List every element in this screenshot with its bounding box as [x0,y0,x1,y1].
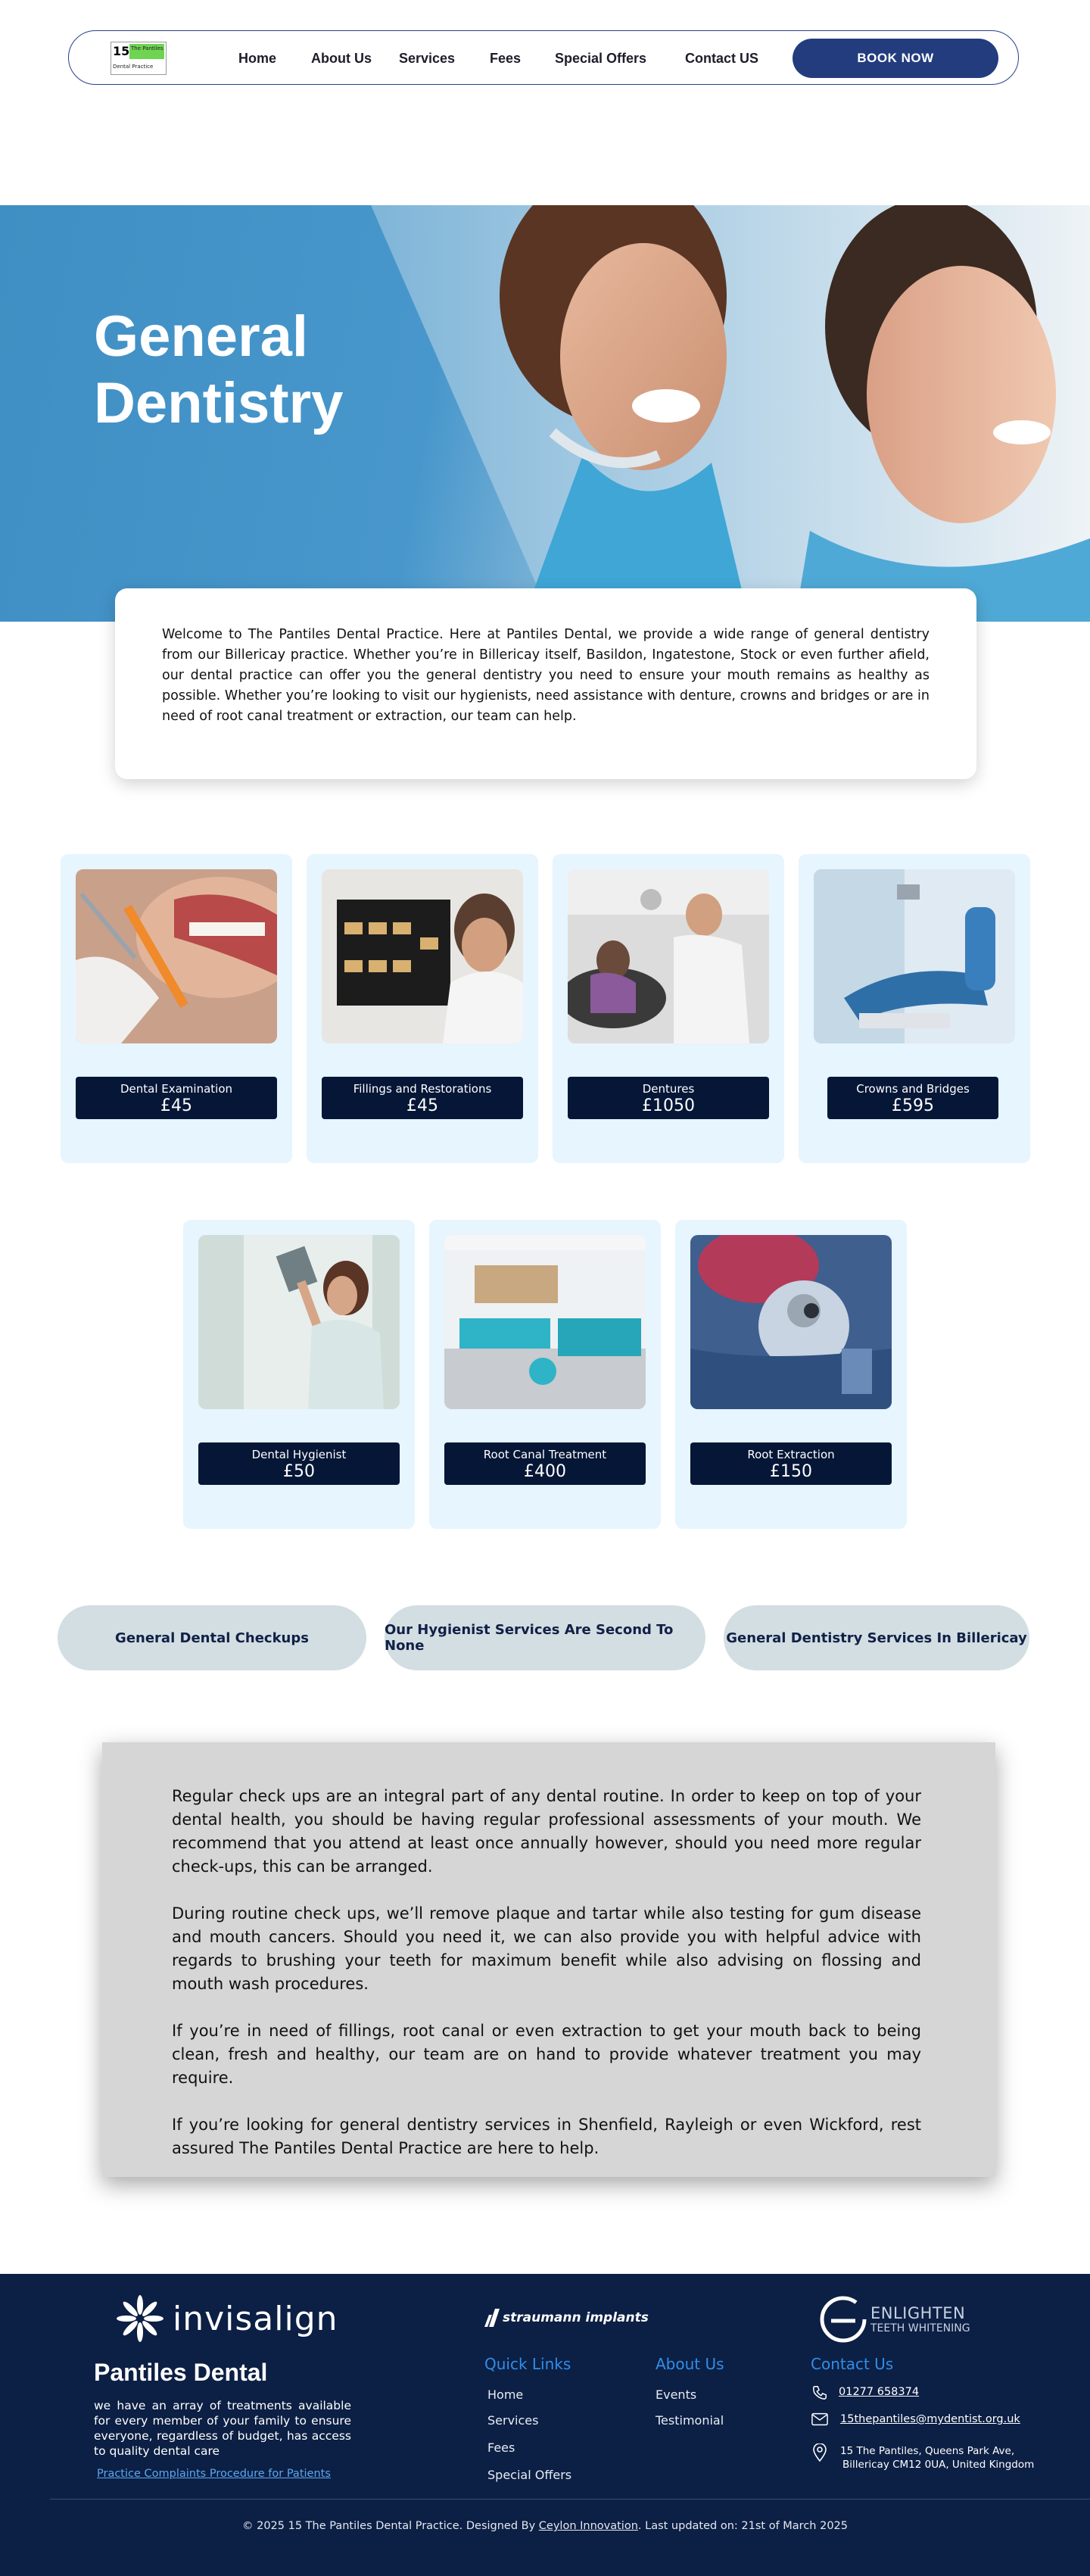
general-dentistry-info-panel: Regular check ups are an integral part o… [102,1742,995,2177]
service-name: Crowns and Bridges [856,1082,970,1096]
crowns-dental-chair-image [814,869,1015,1043]
copyright-text-start: © 2025 15 The Pantiles Dental Practice. … [241,2520,539,2532]
service-price: £45 [160,1096,192,1115]
service-name: Root Extraction [747,1448,835,1461]
nav-link-services[interactable]: Services [399,51,455,67]
top-navbar: 15 The Pantiles Dental Practice Home Abo… [68,30,1019,85]
service-price: £45 [406,1096,438,1115]
service-name: Dentures [642,1082,695,1096]
service-label: Dental Hygienist £50 [198,1442,400,1485]
pill-hygienist-services[interactable]: Our Hygienist Services Are Second To Non… [385,1605,705,1670]
service-label: Root Extraction £150 [690,1442,892,1485]
service-price: £50 [283,1462,315,1481]
footer-description: we have an array of treatments available… [94,2399,351,2458]
hygienist-image [198,1235,400,1409]
info-paragraph: During routine check ups, we’ll remove p… [172,1904,921,1993]
footer-address-line-2: Billericay CM12 0UA, United Kingdom [842,2459,1035,2471]
service-label: Dental Examination £45 [76,1077,277,1119]
book-now-button[interactable]: BOOK NOW [793,39,998,78]
straumann-logo: straumann implants [484,2309,649,2327]
page-title-line-2: Dentistry [94,371,344,435]
designer-link[interactable]: Ceylon Innovation [539,2520,638,2532]
service-label: Crowns and Bridges £595 [827,1077,998,1119]
nav-link-fees[interactable]: Fees [490,51,521,67]
service-card-root-canal[interactable]: Root Canal Treatment £400 [429,1220,661,1529]
invisalign-star-icon [117,2295,164,2342]
footer-link-special-offers[interactable]: Special Offers [487,2468,571,2482]
welcome-text: Welcome to The Pantiles Dental Practice.… [162,627,930,724]
dental-examination-image [76,869,277,1043]
root-canal-clinic-image [444,1235,646,1409]
page-title-line-1: General [94,304,309,369]
copyright-text-end: . Last updated on: 21st of March 2025 [637,2520,848,2532]
invisalign-wordmark: invisalign [173,2299,338,2338]
footer-link-testimonial[interactable]: Testimonial [656,2413,724,2428]
service-label: Root Canal Treatment £400 [444,1442,646,1485]
straumann-wordmark: straumann implants [503,2310,649,2325]
nav-link-about-us[interactable]: About Us [311,51,372,67]
footer-link-fees[interactable]: Fees [487,2440,515,2455]
service-card-dental-examination[interactable]: Dental Examination £45 [61,854,292,1163]
pill-general-checkups[interactable]: General Dental Checkups [58,1605,366,1670]
footer-copyright: © 2025 15 The Pantiles Dental Practice. … [0,2520,1090,2532]
service-name: Dental Examination [120,1082,233,1096]
dentures-image [568,869,769,1043]
contact-us-heading: Contact Us [811,2355,894,2373]
mail-icon [811,2412,828,2426]
service-card-fillings[interactable]: Fillings and Restorations £45 [307,854,538,1163]
info-paragraph: If you’re in need of fillings, root cana… [172,2022,921,2087]
service-price: £150 [770,1462,812,1481]
phone-icon [813,2386,827,2400]
service-label: Fillings and Restorations £45 [322,1077,523,1119]
info-paragraph: If you’re looking for general dentistry … [172,2116,921,2157]
page-title: General Dentistry [94,304,343,437]
practice-logo[interactable]: 15 The Pantiles Dental Practice [111,42,167,75]
root-extraction-surgeon-image [690,1235,892,1409]
complaints-procedure-link[interactable]: Practice Complaints Procedure for Patien… [97,2468,331,2480]
enlighten-logo: ENLIGHTEN TEETH WHITENING [819,2295,970,2344]
straumann-slash-icon [484,2309,500,2327]
service-card-dentures[interactable]: Dentures £1050 [553,854,784,1163]
about-us-heading: About Us [656,2355,724,2373]
logo-bottom-text: Dental Practice [113,64,154,70]
service-label: Dentures £1050 [568,1077,769,1119]
welcome-card: Welcome to The Pantiles Dental Practice.… [115,588,976,779]
service-price: £1050 [642,1096,695,1115]
service-card-crowns-bridges[interactable]: Crowns and Bridges £595 [799,854,1030,1163]
footer-link-home[interactable]: Home [487,2387,523,2402]
nav-link-home[interactable]: Home [238,51,276,67]
footer-email-link[interactable]: 15thepantiles@mydentist.org.uk [840,2413,1020,2425]
footer-address-line-1: 15 The Pantiles, Queens Park Ave, [840,2445,1015,2457]
nav-link-special-offers[interactable]: Special Offers [555,51,646,67]
pill-general-dentistry-billericay[interactable]: General Dentistry Services In Billericay [724,1605,1029,1670]
footer-link-events[interactable]: Events [656,2387,696,2402]
service-name: Dental Hygienist [251,1448,347,1461]
site-footer: invisalign straumann implants ENLIGHTEN … [0,2274,1090,2576]
logo-top-text: The Pantiles [131,45,164,51]
enlighten-wordmark: ENLIGHTEN [870,2304,966,2322]
quick-links-heading: Quick Links [484,2355,571,2373]
invisalign-logo: invisalign [115,2292,338,2345]
footer-divider [50,2499,1090,2500]
hero-banner: General Dentistry [0,205,1090,622]
service-name: Root Canal Treatment [483,1448,607,1461]
service-card-dental-hygienist[interactable]: Dental Hygienist £50 [183,1220,415,1529]
footer-practice-name: Pantiles Dental [94,2359,268,2386]
enlighten-e-icon [820,2296,867,2343]
nav-link-contact-us[interactable]: Contact US [685,51,758,67]
hero-smiling-couple-image [371,205,1090,622]
logo-number: 15 [113,44,130,58]
service-price: £400 [524,1462,566,1481]
footer-link-services[interactable]: Services [487,2413,538,2428]
fillings-xray-image [322,869,523,1043]
info-paragraph: Regular check ups are an integral part o… [172,1787,921,1876]
service-name: Fillings and Restorations [353,1082,492,1096]
footer-phone-link[interactable]: 01277 658374 [839,2386,919,2398]
enlighten-subtitle: TEETH WHITENING [870,2322,970,2334]
location-pin-icon [813,2443,827,2462]
service-card-root-extraction[interactable]: Root Extraction £150 [675,1220,907,1529]
service-price: £595 [892,1096,934,1115]
